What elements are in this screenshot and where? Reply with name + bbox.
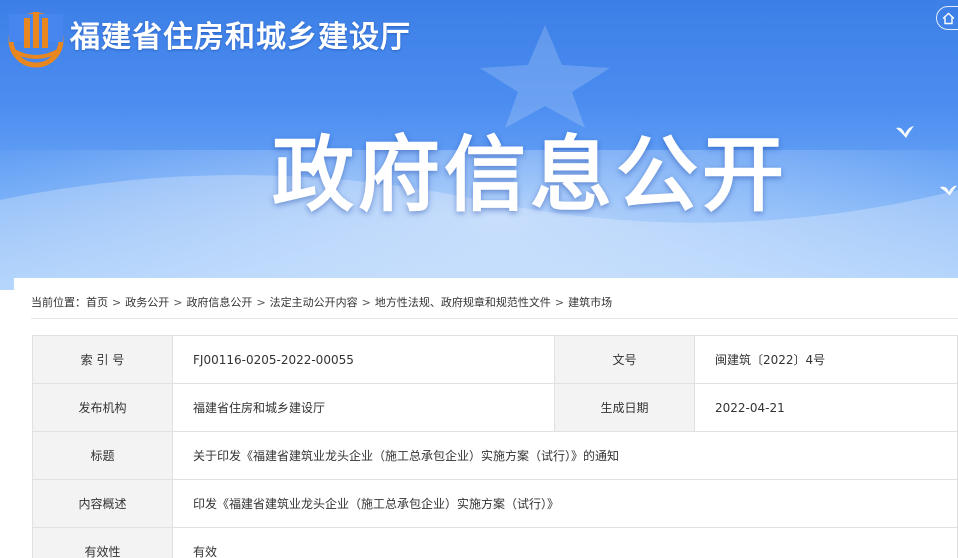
bird-icon bbox=[939, 185, 957, 196]
content-panel: 当前位置：首页 > 政务公开 > 政府信息公开 > 法定主动公开内容 > 地方性法规、政府规章和… bbox=[14, 278, 958, 558]
header-banner: 福建省住房和城乡建设厅 政府信息公开 bbox=[0, 0, 958, 290]
breadcrumb-item-construction-market[interactable]: 建筑市场 bbox=[568, 294, 612, 310]
table-row: 有效性 有效 bbox=[32, 527, 958, 558]
bird-icon bbox=[896, 126, 914, 138]
breadcrumb-prefix: 当前位置： bbox=[31, 296, 86, 309]
breadcrumb-item-info-disclosure[interactable]: 政府信息公开 bbox=[186, 294, 252, 310]
publisher-label: 发布机构 bbox=[32, 383, 173, 432]
publisher-value: 福建省住房和城乡建设厅 bbox=[172, 383, 555, 432]
breadcrumb-separator: > bbox=[361, 296, 371, 309]
validity-label: 有效性 bbox=[32, 527, 173, 558]
validity-value: 有效 bbox=[172, 527, 958, 558]
breadcrumb-item-regulations[interactable]: 地方性法规、政府规章和规范性文件 bbox=[375, 294, 551, 310]
document-number-label: 文号 bbox=[554, 335, 695, 384]
table-row: 内容概述 印发《福建省建筑业龙头企业（施工总承包企业）实施方案（试行）》 bbox=[32, 479, 958, 528]
breadcrumb-item-gov-affairs[interactable]: 政务公开 bbox=[125, 294, 169, 310]
breadcrumb: 当前位置：首页 > 政务公开 > 政府信息公开 > 法定主动公开内容 > 地方性法规、政府规章和… bbox=[31, 294, 612, 310]
table-row: 标题 关于印发《福建省建筑业龙头企业（施工总承包企业）实施方案（试行）》的通知 bbox=[32, 431, 958, 480]
index-number-value: FJ00116-0205-2022-00055 bbox=[172, 335, 555, 384]
breadcrumb-separator: > bbox=[173, 296, 183, 309]
home-icon bbox=[942, 12, 955, 24]
breadcrumb-separator: > bbox=[256, 296, 266, 309]
table-row: 发布机构 福建省住房和城乡建设厅 生成日期 2022-04-21 bbox=[32, 383, 958, 432]
document-number-value: 闽建筑〔2022〕4号 bbox=[694, 335, 958, 384]
breadcrumb-divider bbox=[31, 318, 958, 319]
summary-label: 内容概述 bbox=[32, 479, 173, 528]
emblem-logo[interactable] bbox=[6, 8, 66, 68]
banner-title: 政府信息公开 bbox=[272, 128, 789, 223]
table-row: 索 引 号 FJ00116-0205-2022-00055 文号 闽建筑〔202… bbox=[32, 335, 958, 384]
generation-date-label: 生成日期 bbox=[554, 383, 695, 432]
title-value: 关于印发《福建省建筑业龙头企业（施工总承包企业）实施方案（试行）》的通知 bbox=[172, 431, 958, 480]
title-label: 标题 bbox=[32, 431, 173, 480]
home-button[interactable] bbox=[936, 6, 958, 30]
breadcrumb-item-statutory-content[interactable]: 法定主动公开内容 bbox=[270, 294, 358, 310]
index-number-label: 索 引 号 bbox=[32, 335, 173, 384]
generation-date-value: 2022-04-21 bbox=[694, 383, 958, 432]
breadcrumb-item-home[interactable]: 首页 bbox=[86, 294, 108, 310]
breadcrumb-separator: > bbox=[554, 296, 565, 309]
summary-value: 印发《福建省建筑业龙头企业（施工总承包企业）实施方案（试行）》 bbox=[172, 479, 958, 528]
site-title[interactable]: 福建省住房和城乡建设厅 bbox=[70, 12, 411, 56]
document-info-table: 索 引 号 FJ00116-0205-2022-00055 文号 闽建筑〔202… bbox=[32, 335, 958, 558]
breadcrumb-separator: > bbox=[112, 296, 122, 309]
